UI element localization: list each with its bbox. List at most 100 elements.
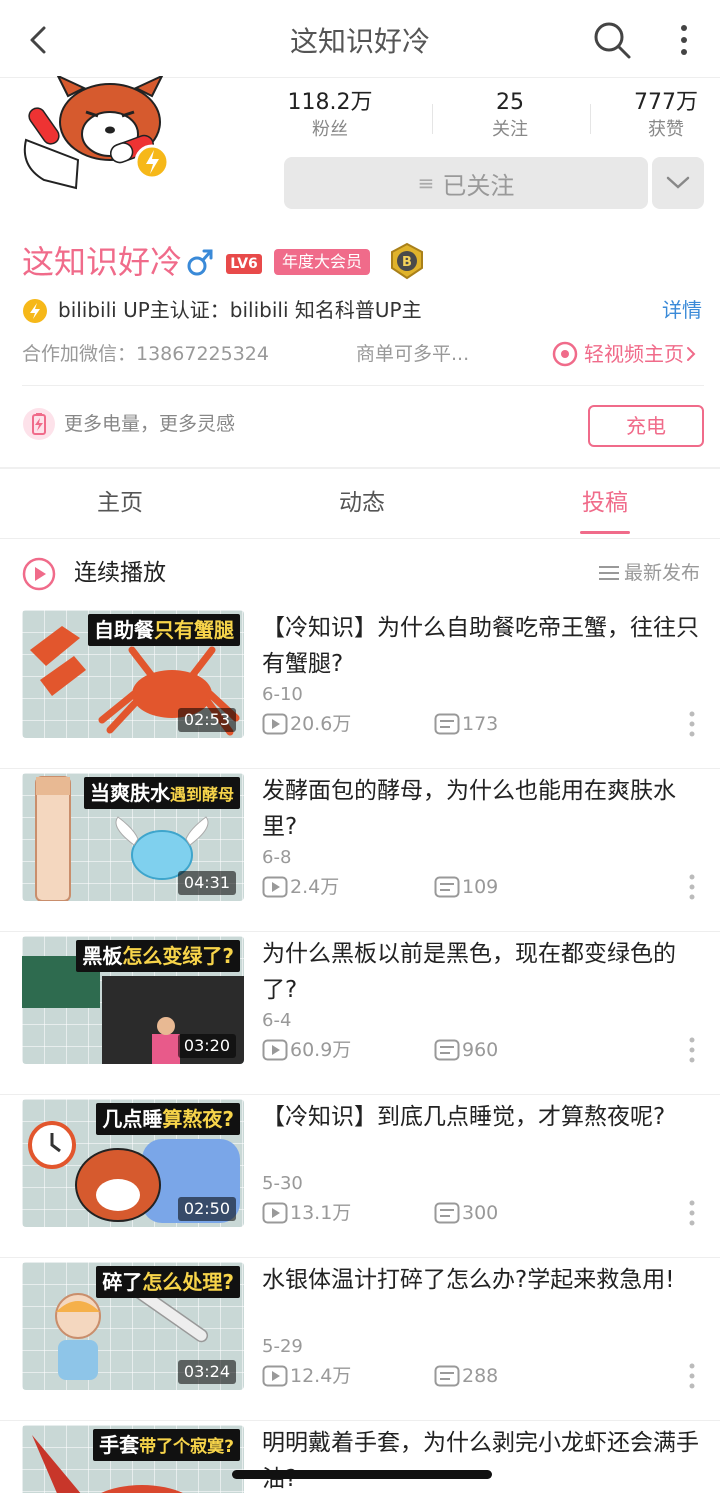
video-duration: 02:53 (177, 708, 236, 732)
view-count: 12.4万 (262, 1362, 351, 1390)
profile-tabs: 主页 动态 投稿 (0, 469, 720, 539)
light-video-link[interactable]: 轻视频主页 (552, 338, 704, 370)
view-count: 20.6万 (262, 710, 351, 738)
view-count: 13.1万 (262, 1199, 351, 1227)
chevron-down-icon (666, 176, 690, 189)
tab-home[interactable]: 主页 (60, 483, 180, 517)
home-indicator[interactable] (232, 1470, 492, 1479)
thumbnail-caption: 自助餐只有蟹腿 (88, 614, 240, 646)
video-item[interactable]: 手套带了个寂寞? 明明戴着手套，为什么剥完小龙虾还会满手油? (0, 1421, 720, 1493)
danmaku-icon (434, 1365, 460, 1387)
video-stats: 13.1万 300 (262, 1199, 708, 1227)
video-thumbnail[interactable]: 手套带了个寂寞? (22, 1425, 244, 1493)
continuous-play-label[interactable]: 连续播放 (74, 556, 166, 590)
video-item[interactable]: 碎了怎么处理? 03:24 水银体温计打碎了怎么办?学起来救急用! 5-29 1… (0, 1258, 720, 1421)
video-item[interactable]: 几点睡算熬夜? 02:50 【冷知识】到底几点睡觉，才算熬夜呢? 5-30 13… (0, 1095, 720, 1258)
more-vertical-icon[interactable] (684, 1362, 700, 1390)
video-thumbnail[interactable]: 碎了怎么处理? 03:24 (22, 1262, 244, 1390)
details-link[interactable]: 详情 (662, 294, 702, 326)
username: 这知识好冷 (22, 243, 183, 281)
verification-row: bilibili UP主认证：bilibili 知名科普UP主 详情 (22, 294, 702, 326)
sort-button[interactable]: 最新发布 (598, 558, 700, 588)
search-icon[interactable] (592, 20, 632, 60)
follow-dropdown-button[interactable] (652, 157, 704, 209)
video-title[interactable]: 发酵面包的酵母，为什么也能用在爽肤水里? (262, 773, 708, 845)
stat-label: 关注 (492, 119, 528, 140)
video-date: 5-30 (262, 1173, 303, 1194)
bio-text-truncated: 商单可多平... (356, 343, 470, 365)
bio-text: 合作加微信：13867225324 (22, 343, 269, 365)
sort-list-icon (598, 566, 619, 580)
play-circle-icon[interactable] (22, 557, 56, 591)
light-video-label: 轻视频主页 (584, 342, 684, 366)
medal-icon[interactable]: B (388, 242, 426, 280)
view-count: 60.9万 (262, 1036, 351, 1064)
chevron-right-icon (687, 347, 696, 361)
tab-uploads[interactable]: 投稿 (545, 483, 665, 517)
play-count-icon (262, 713, 288, 735)
vip-badge[interactable]: 年度大会员 (274, 249, 371, 275)
more-vertical-icon[interactable] (684, 873, 700, 901)
video-stats: 20.6万 173 (262, 710, 708, 738)
more-vertical-icon[interactable] (684, 710, 700, 738)
play-count-icon (262, 876, 288, 898)
more-vertical-icon[interactable] (684, 1036, 700, 1064)
active-tab-indicator (580, 531, 630, 534)
followed-button[interactable]: ≡ 已关注 (284, 157, 648, 209)
divider (432, 104, 433, 134)
danmaku-icon (434, 713, 460, 735)
stat-value: 25 (496, 90, 524, 115)
top-bar: 这知识好冷 (0, 0, 720, 78)
play-count-icon (262, 1365, 288, 1387)
video-duration: 04:31 (177, 871, 236, 895)
video-stats: 60.9万 960 (262, 1036, 708, 1064)
video-duration: 03:24 (177, 1360, 236, 1384)
stat-likes: 777万 获赞 (606, 88, 720, 142)
video-thumbnail[interactable]: 黑板怎么变绿了? 03:20 (22, 936, 244, 1064)
continuous-play-bar: 连续播放 最新发布 (0, 540, 720, 606)
menu-icon: ≡ (417, 171, 435, 195)
thumbnail-caption: 黑板怎么变绿了? (76, 940, 240, 972)
level-badge: LV6 (226, 254, 262, 274)
tab-dynamics[interactable]: 动态 (302, 483, 422, 517)
video-title[interactable]: 【冷知识】到底几点睡觉，才算熬夜呢? (262, 1099, 708, 1135)
stat-value: 777万 (634, 90, 698, 115)
battery-charge-icon (23, 408, 55, 440)
male-gender-icon (187, 249, 213, 276)
video-thumbnail[interactable]: 自助餐只有蟹腿 02:53 (22, 610, 244, 738)
danmaku-count: 173 (434, 710, 498, 738)
stats-row: 118.2万 粉丝 25 关注 777万 获赞 (270, 88, 710, 148)
stat-label: 获赞 (648, 119, 684, 140)
divider (22, 385, 704, 386)
video-title[interactable]: 水银体温计打碎了怎么办?学起来救急用! (262, 1262, 708, 1298)
play-count-icon (262, 1202, 288, 1224)
stat-value: 118.2万 (287, 90, 373, 115)
thumbnail-caption: 几点睡算熬夜? (96, 1103, 240, 1135)
video-item[interactable]: 黑板怎么变绿了? 03:20 为什么黑板以前是黑色，现在都变绿色的了? 6-4 … (0, 932, 720, 1095)
thumbnail-caption: 碎了怎么处理? (96, 1266, 240, 1298)
video-thumbnail[interactable]: 当爽肤水遇到酵母 04:31 (22, 773, 244, 901)
video-title[interactable]: 为什么黑板以前是黑色，现在都变绿色的了? (262, 936, 708, 1008)
video-thumbnail[interactable]: 几点睡算熬夜? 02:50 (22, 1099, 244, 1227)
more-vertical-icon[interactable] (668, 20, 700, 60)
video-date: 6-4 (262, 1010, 292, 1031)
charge-button[interactable]: 充电 (588, 405, 704, 447)
thumbnail-caption: 手套带了个寂寞? (93, 1429, 240, 1461)
video-title[interactable]: 明明戴着手套，为什么剥完小龙虾还会满手油? (262, 1425, 708, 1493)
thumbnail-caption: 当爽肤水遇到酵母 (83, 777, 240, 809)
stat-following[interactable]: 25 关注 (450, 88, 570, 142)
danmaku-count: 288 (434, 1362, 498, 1390)
video-item[interactable]: 当爽肤水遇到酵母 04:31 发酵面包的酵母，为什么也能用在爽肤水里? 6-8 … (0, 769, 720, 932)
more-vertical-icon[interactable] (684, 1199, 700, 1227)
video-title[interactable]: 【冷知识】为什么自助餐吃帝王蟹，往往只有蟹腿? (262, 610, 708, 682)
video-item[interactable]: 自助餐只有蟹腿 02:53 【冷知识】为什么自助餐吃帝王蟹，往往只有蟹腿? 6-… (0, 606, 720, 769)
video-stats: 12.4万 288 (262, 1362, 708, 1390)
avatar[interactable] (18, 76, 178, 192)
danmaku-count: 960 (434, 1036, 498, 1064)
stat-fans[interactable]: 118.2万 粉丝 (270, 88, 390, 142)
stat-label: 粉丝 (312, 119, 348, 140)
bio-row[interactable]: 合作加微信：13867225324 商单可多平... 轻视频主页 (22, 338, 704, 370)
verification-text: bilibili UP主认证：bilibili 知名科普UP主 (58, 298, 422, 322)
video-stats: 2.4万 109 (262, 873, 708, 901)
light-video-icon (552, 341, 578, 367)
